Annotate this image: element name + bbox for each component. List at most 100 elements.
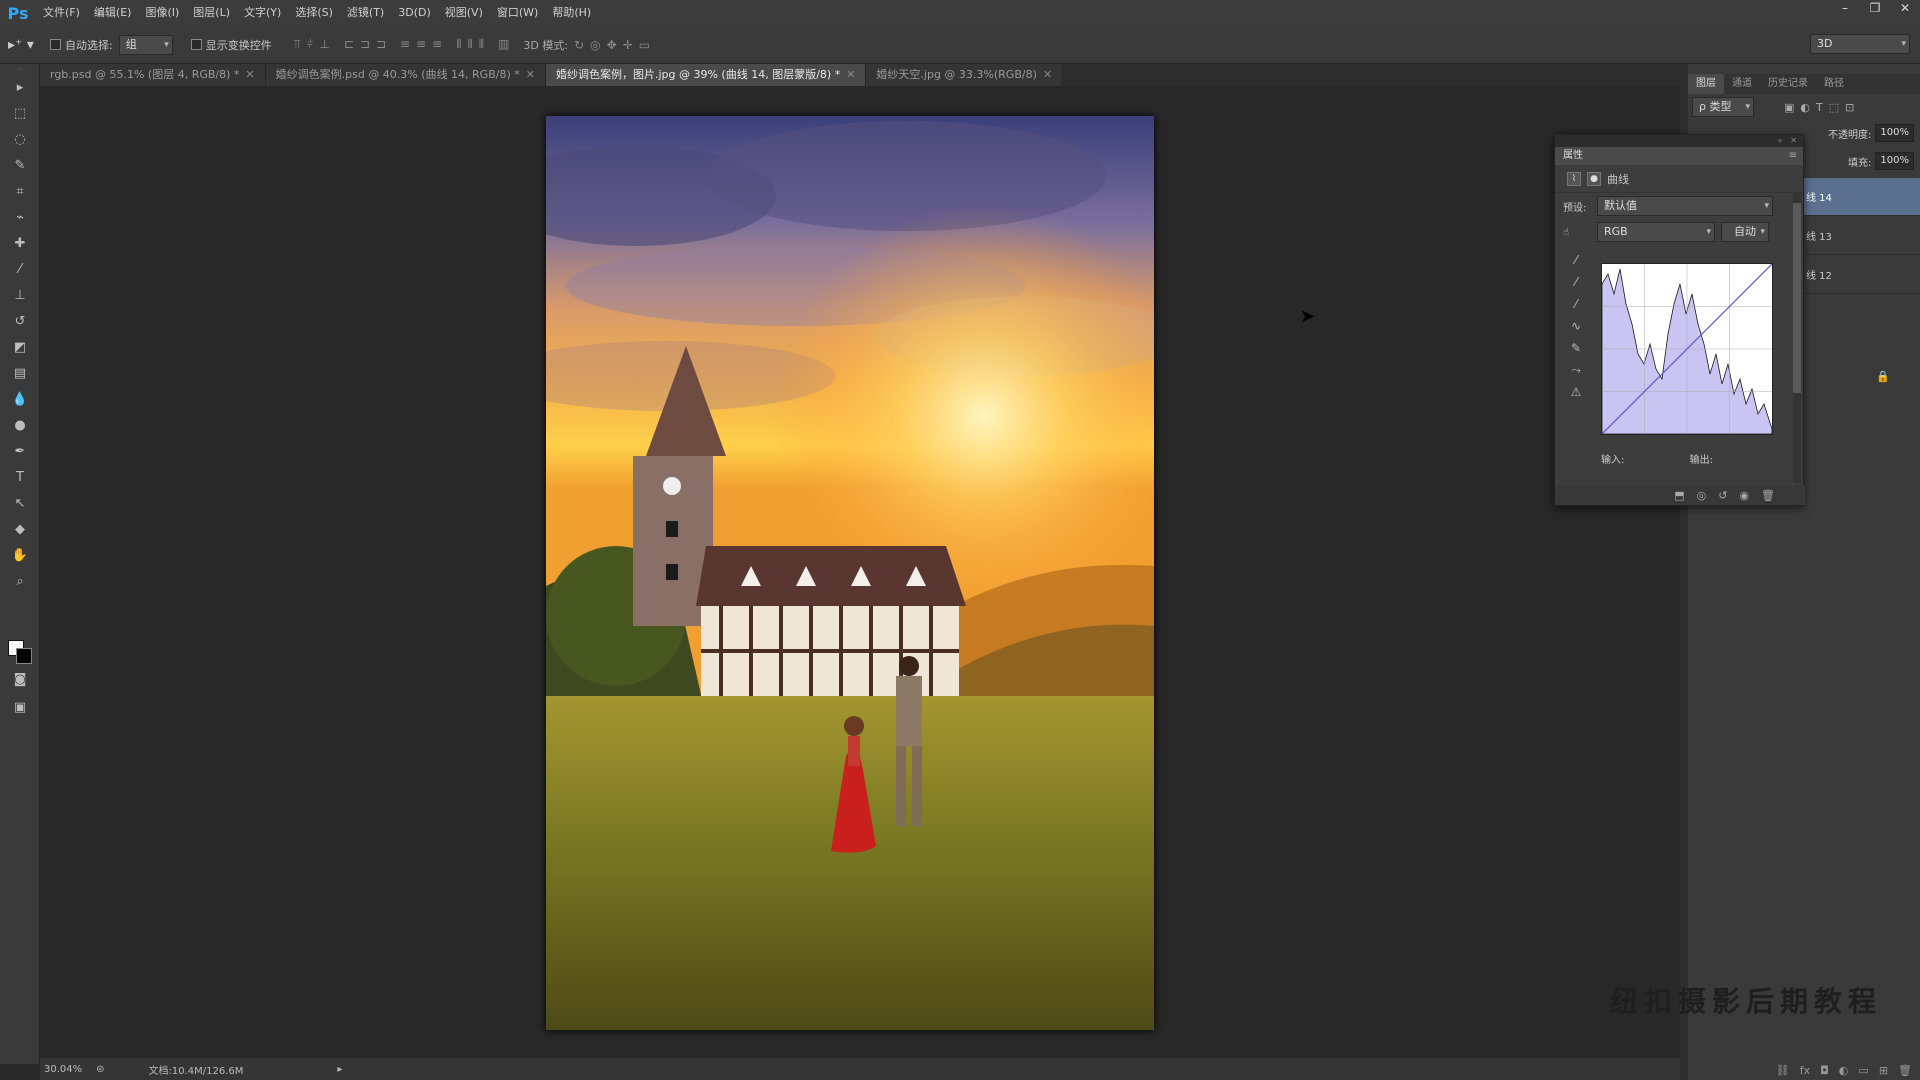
tab-document-2[interactable]: 婚纱调色案例.psd @ 40.3% (曲线 14, RGB/8) * ✕: [265, 64, 546, 86]
align-top-icon[interactable]: ⫪: [294, 37, 301, 52]
tab-layers[interactable]: 图层: [1688, 74, 1724, 94]
gradient-tool-icon[interactable]: ▤: [0, 360, 40, 386]
menu-filter[interactable]: 滤镜(T): [340, 0, 391, 26]
3d-rotate-icon[interactable]: ↻: [574, 38, 584, 52]
status-info-icon[interactable]: ⊜: [96, 1064, 104, 1075]
close-icon[interactable]: ✕: [1790, 135, 1797, 147]
crop-tool-icon[interactable]: ⌗: [0, 178, 40, 204]
3d-roll-icon[interactable]: ◎: [590, 38, 600, 52]
close-icon[interactable]: ✕: [1043, 68, 1052, 81]
path-select-tool-icon[interactable]: ↖: [0, 490, 40, 516]
show-transform-checkbox[interactable]: 显示变换控件: [190, 37, 272, 53]
3d-drag-icon[interactable]: ✥: [607, 38, 617, 52]
panel-menu-icon[interactable]: ≡: [1789, 147, 1797, 165]
zoom-tool-icon[interactable]: ⌕: [0, 568, 40, 594]
menu-window[interactable]: 窗口(W): [490, 0, 545, 26]
add-mask-icon[interactable]: ◘: [1820, 1064, 1829, 1077]
fill-input[interactable]: 100%: [1875, 152, 1914, 170]
tab-paths[interactable]: 路径: [1816, 74, 1852, 94]
auto-button[interactable]: 自动: [1721, 222, 1769, 242]
pen-tool-icon[interactable]: ✒: [0, 438, 40, 464]
pencil-curve-icon[interactable]: ✎: [1563, 341, 1589, 363]
black-point-eyedropper-icon[interactable]: ⁄: [1563, 253, 1589, 275]
menu-view[interactable]: 视图(V): [438, 0, 490, 26]
channel-dropdown[interactable]: RGB: [1597, 222, 1715, 242]
3d-slide-icon[interactable]: ✛: [623, 38, 633, 52]
align-bottom-icon[interactable]: ⊥: [319, 37, 329, 52]
curves-graph[interactable]: [1601, 263, 1773, 435]
distribute-top-icon[interactable]: ≡: [400, 37, 410, 52]
clipping-warning-icon[interactable]: ⚠: [1563, 385, 1589, 407]
menu-3d[interactable]: 3D(D): [391, 0, 438, 26]
new-group-icon[interactable]: ▭: [1858, 1064, 1868, 1077]
dodge-tool-icon[interactable]: ●: [0, 412, 40, 438]
delete-adjustment-icon[interactable]: 🗑: [1761, 489, 1775, 502]
properties-scrollbar[interactable]: [1793, 193, 1801, 483]
brush-tool-icon[interactable]: ⁄: [0, 256, 40, 282]
target-adjust-hand-icon[interactable]: ☝: [1563, 227, 1591, 238]
close-icon[interactable]: ✕: [846, 68, 855, 81]
align-left-icon[interactable]: ⊏: [344, 37, 354, 52]
history-brush-tool-icon[interactable]: ↺: [0, 308, 40, 334]
marquee-tool-icon[interactable]: ⬚: [0, 100, 40, 126]
menu-file[interactable]: 文件(F): [36, 0, 87, 26]
opacity-input[interactable]: 100%: [1875, 124, 1914, 142]
gray-point-eyedropper-icon[interactable]: ⁄: [1563, 275, 1589, 297]
type-tool-icon[interactable]: T: [0, 464, 40, 490]
filter-smart-icon[interactable]: ⊡: [1845, 101, 1854, 114]
3d-scale-icon[interactable]: ▭: [639, 38, 650, 52]
white-point-eyedropper-icon[interactable]: ⁄: [1563, 297, 1589, 319]
distribute-hcenter-icon[interactable]: ⦀: [468, 37, 473, 52]
eraser-tool-icon[interactable]: ◩: [0, 334, 40, 360]
filter-adjustment-icon[interactable]: ◐: [1800, 101, 1810, 114]
auto-align-icon[interactable]: ▥: [498, 37, 509, 52]
shape-tool-icon[interactable]: ◆: [0, 516, 40, 542]
layer-mask-icon[interactable]: ●: [1587, 171, 1601, 186]
background-color-swatch[interactable]: [16, 648, 32, 664]
filter-type-icon[interactable]: T: [1816, 101, 1823, 114]
workspace-dropdown[interactable]: 3D: [1810, 34, 1910, 54]
preset-dropdown[interactable]: 默认值: [1597, 196, 1773, 216]
eyedropper-tool-icon[interactable]: ⌁: [0, 204, 40, 230]
close-icon[interactable]: ✕: [245, 68, 254, 81]
visibility-eye-icon[interactable]: ◉: [1739, 489, 1749, 502]
distribute-left-icon[interactable]: ⦀: [456, 37, 461, 52]
menu-image[interactable]: 图像(I): [138, 0, 186, 26]
move-tool-icon[interactable]: ▸⁺ ▾: [8, 37, 44, 53]
link-layers-icon[interactable]: ⛓: [1776, 1064, 1790, 1077]
layer-row[interactable]: 线 12: [1800, 256, 1920, 294]
restore-button[interactable]: ❐: [1860, 0, 1890, 18]
clip-to-layer-icon[interactable]: ⬒: [1674, 489, 1684, 502]
tab-document-4[interactable]: 婚纱天空.jpg @ 33.3%(RGB/8) ✕: [866, 64, 1064, 86]
scroll-thumb[interactable]: [1793, 203, 1801, 393]
properties-title-bar[interactable]: 属性 ≡: [1555, 147, 1803, 165]
new-adjustment-icon[interactable]: ◐: [1839, 1064, 1849, 1077]
lasso-tool-icon[interactable]: ◌: [0, 126, 40, 152]
new-layer-icon[interactable]: ⊞: [1879, 1064, 1888, 1077]
curve-point-tool-icon[interactable]: ∿: [1563, 319, 1589, 341]
delete-layer-icon[interactable]: 🗑: [1898, 1064, 1912, 1077]
align-right-icon[interactable]: ⊐: [376, 37, 386, 52]
distribute-bottom-icon[interactable]: ≡: [432, 37, 442, 52]
menu-select[interactable]: 选择(S): [288, 0, 340, 26]
layer-filter-dropdown[interactable]: ρ 类型: [1692, 97, 1754, 117]
align-vcenter-icon[interactable]: ⫩: [307, 37, 314, 52]
tab-history[interactable]: 历史记录: [1760, 74, 1816, 94]
fx-icon[interactable]: fx: [1800, 1064, 1810, 1077]
tab-document-3[interactable]: 婚纱调色案例，图片.jpg @ 39% (曲线 14, 图层蒙版/8) * ✕: [545, 64, 867, 86]
move-tool-icon[interactable]: ▸: [0, 74, 40, 100]
status-menu-arrow-icon[interactable]: ▸: [337, 1064, 342, 1075]
menu-help[interactable]: 帮助(H): [545, 0, 598, 26]
collapse-icon[interactable]: «: [1777, 135, 1782, 147]
close-icon[interactable]: ✕: [526, 68, 535, 81]
hand-tool-icon[interactable]: ✋: [0, 542, 40, 568]
layer-row[interactable]: 线 13: [1800, 217, 1920, 255]
tab-document-1[interactable]: rgb.psd @ 55.1% (图层 4, RGB/8) * ✕: [40, 64, 266, 86]
menu-edit[interactable]: 编辑(E): [87, 0, 139, 26]
filter-pixel-icon[interactable]: ▣: [1784, 101, 1794, 114]
layer-row[interactable]: 线 14: [1800, 178, 1920, 216]
menu-type[interactable]: 文字(Y): [237, 0, 288, 26]
distribute-right-icon[interactable]: ⦀: [479, 37, 484, 52]
quick-select-tool-icon[interactable]: ✎: [0, 152, 40, 178]
view-previous-icon[interactable]: ◎: [1697, 489, 1707, 502]
